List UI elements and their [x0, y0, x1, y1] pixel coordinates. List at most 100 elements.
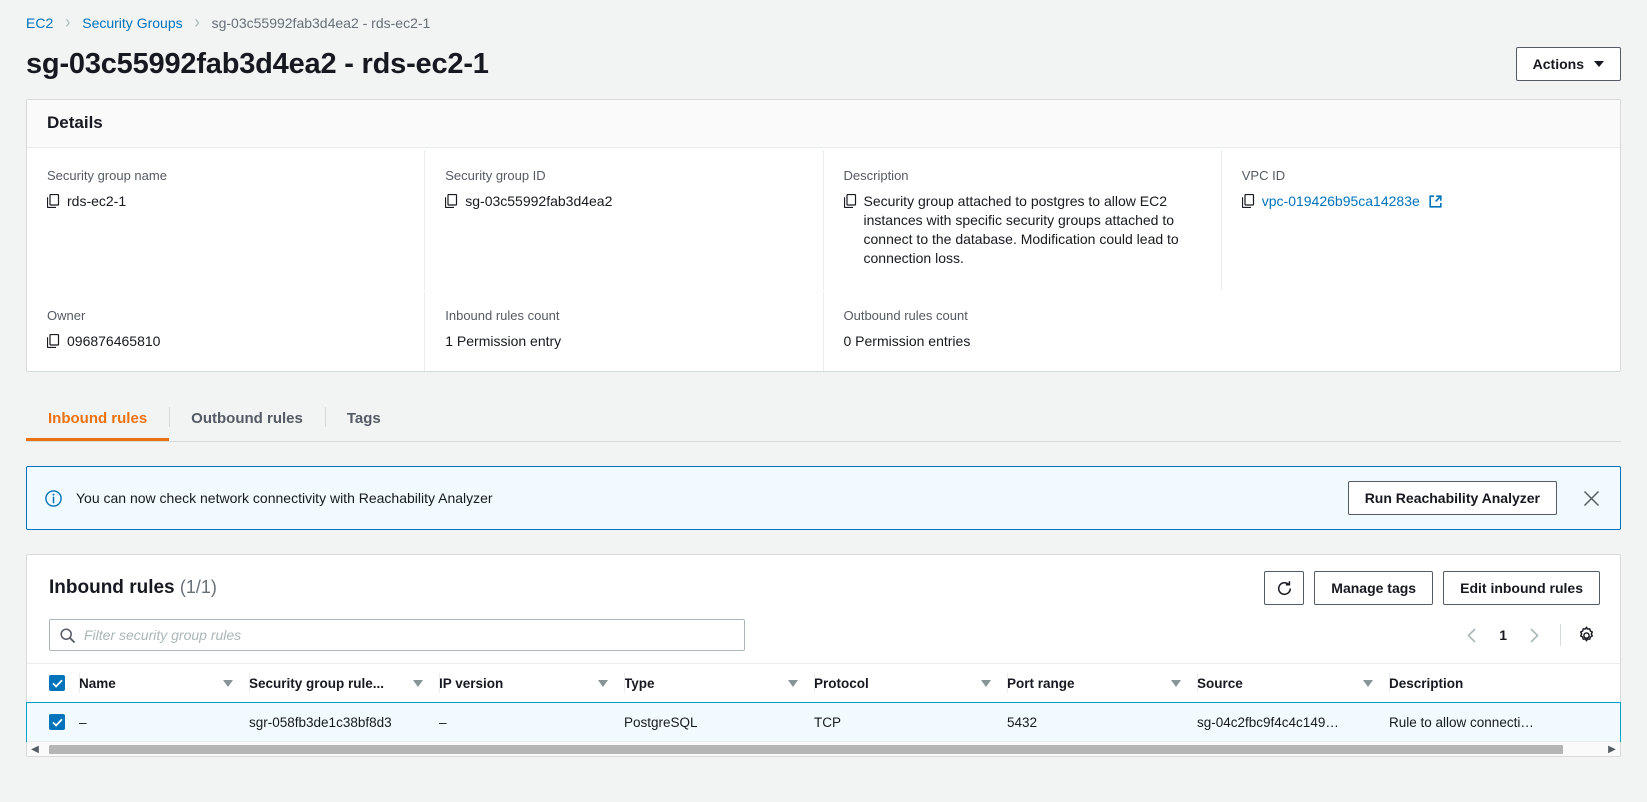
column-label: Protocol — [814, 675, 869, 691]
scrollbar-track[interactable] — [43, 744, 1604, 754]
vpc-id-link[interactable]: vpc-019426b95ca14283e — [1262, 192, 1420, 211]
sort-icon[interactable] — [788, 679, 798, 687]
select-all-header — [27, 663, 79, 703]
detail-empty-cell — [1222, 292, 1620, 371]
refresh-button[interactable] — [1264, 571, 1305, 605]
detail-label: Outbound rules count — [843, 308, 968, 323]
actions-button-label: Actions — [1532, 56, 1584, 72]
scroll-left-icon[interactable]: ◀ — [27, 744, 43, 755]
breadcrumb: EC2 › Security Groups › sg-03c55992fab3d… — [0, 0, 1647, 34]
page-header: sg-03c55992fab3d4ea2 - rds-ec2-1 Actions — [0, 31, 1647, 99]
breadcrumb-item-security-groups[interactable]: Security Groups — [82, 15, 182, 31]
cell-source: sg-04c2fbc9f4c4c149… — [1197, 714, 1339, 730]
manage-tags-button[interactable]: Manage tags — [1314, 571, 1434, 605]
details-panel-header: Details — [27, 100, 1620, 148]
sort-icon[interactable] — [1171, 679, 1181, 687]
refresh-icon — [1276, 580, 1293, 597]
actions-button[interactable]: Actions — [1515, 47, 1621, 81]
detail-label: Inbound rules count — [445, 308, 560, 323]
row-checkbox[interactable] — [49, 714, 65, 730]
pagination-divider — [1560, 624, 1561, 646]
cell-protocol: TCP — [814, 714, 841, 730]
copy-icon[interactable] — [445, 193, 458, 213]
detail-owner: Owner 096876465810 — [27, 292, 426, 371]
table-row[interactable]: – sgr-058fb3de1c38bf8d3 – PostgreSQL TCP… — [26, 701, 1621, 742]
column-header-source[interactable]: Source — [1197, 663, 1389, 703]
column-header-security-group-rule-id[interactable]: Security group rule... — [249, 663, 439, 703]
cell-security-group-rule-id: sgr-058fb3de1c38bf8d3 — [249, 714, 392, 730]
breadcrumb-item-current: sg-03c55992fab3d4ea2 - rds-ec2-1 — [211, 14, 431, 31]
column-label: Name — [79, 675, 116, 691]
scrollbar-thumb[interactable] — [49, 744, 1564, 754]
detail-security-group-id: Security group ID sg-03c55992fab3d4ea2 — [425, 150, 824, 290]
detail-value: rds-ec2-1 — [67, 193, 127, 209]
copy-icon[interactable] — [46, 193, 60, 213]
detail-value: sg-03c55992fab3d4ea2 — [465, 193, 613, 209]
column-label: Security group rule... — [249, 675, 385, 691]
column-header-description[interactable]: Description — [1389, 663, 1620, 703]
column-header-protocol[interactable]: Protocol — [814, 663, 1007, 703]
sort-icon[interactable] — [598, 679, 608, 687]
edit-inbound-rules-button[interactable]: Edit inbound rules — [1443, 571, 1600, 605]
column-label: Source — [1197, 675, 1243, 691]
filter-row: 1 — [27, 615, 1620, 663]
detail-label: Owner — [47, 308, 86, 323]
details-grid-row-1: Security group name rds-ec2-1 Security g… — [27, 148, 1620, 290]
copy-icon[interactable] — [46, 333, 60, 353]
detail-value: 096876465810 — [67, 333, 161, 349]
horizontal-scrollbar[interactable]: ◀ ▶ — [27, 741, 1620, 756]
chevron-left-icon[interactable] — [1458, 622, 1486, 649]
column-header-type[interactable]: Type — [624, 663, 814, 703]
copy-icon[interactable] — [843, 193, 857, 213]
cell-port-range: 5432 — [1007, 714, 1038, 730]
cell-ip-version: – — [439, 714, 447, 730]
pagination: 1 — [1458, 622, 1600, 649]
sort-icon[interactable] — [981, 679, 991, 687]
chevron-down-icon — [1594, 61, 1604, 67]
detail-inbound-rules-count: Inbound rules count 1 Permission entry — [425, 292, 824, 371]
sort-icon[interactable] — [413, 679, 423, 687]
sort-icon[interactable] — [223, 679, 233, 687]
inbound-rules-header: Inbound rules (1/1) Manage tags Edit inb… — [27, 555, 1620, 615]
external-link-icon[interactable] — [1429, 194, 1442, 213]
detail-value: 0 Permission entries — [843, 333, 971, 349]
inbound-rules-actions: Manage tags Edit inbound rules — [1264, 571, 1600, 605]
tab-inbound-rules[interactable]: Inbound rules — [26, 398, 170, 441]
detail-outbound-rules-count: Outbound rules count 0 Permission entrie… — [824, 292, 1222, 371]
column-label: Description — [1389, 675, 1464, 691]
inbound-rules-title-text: Inbound rules — [49, 577, 175, 598]
detail-security-group-name: Security group name rds-ec2-1 — [27, 150, 426, 290]
chevron-right-icon[interactable] — [1520, 622, 1548, 649]
detail-value: Security group attached to postgres to a… — [863, 193, 1179, 266]
page-number-1[interactable]: 1 — [1490, 623, 1516, 647]
select-all-checkbox[interactable] — [49, 675, 65, 691]
breadcrumb-separator-icon: › — [65, 11, 71, 34]
table-header-row: Name Security group rule... IP version T… — [27, 663, 1620, 703]
scroll-right-icon[interactable]: ▶ — [1604, 744, 1620, 755]
column-header-name[interactable]: Name — [79, 663, 249, 703]
cell-type: PostgreSQL — [624, 714, 698, 730]
cell-name: – — [79, 714, 87, 730]
copy-icon[interactable] — [1241, 193, 1255, 213]
page-title: sg-03c55992fab3d4ea2 - rds-ec2-1 — [26, 47, 489, 80]
details-panel: Details Security group name rds-ec2-1 Se… — [26, 99, 1621, 372]
column-header-port-range[interactable]: Port range — [1007, 663, 1197, 703]
breadcrumb-separator-icon: › — [194, 11, 200, 34]
reachability-analyzer-banner: You can now check network connectivity w… — [26, 466, 1621, 530]
sort-icon[interactable] — [1363, 679, 1373, 687]
search-input[interactable] — [84, 627, 734, 643]
run-reachability-analyzer-button[interactable]: Run Reachability Analyzer — [1347, 481, 1557, 515]
tab-outbound-rules[interactable]: Outbound rules — [169, 398, 325, 441]
breadcrumb-item-ec2[interactable]: EC2 — [26, 15, 53, 31]
close-icon[interactable] — [1579, 486, 1604, 511]
details-grid-row-2: Owner 096876465810 Inbound rules count 1… — [27, 290, 1620, 371]
column-header-ip-version[interactable]: IP version — [439, 663, 624, 703]
detail-label: Description — [843, 168, 909, 183]
inbound-rules-panel: Inbound rules (1/1) Manage tags Edit inb… — [26, 554, 1621, 757]
tab-tags[interactable]: Tags — [324, 398, 403, 441]
info-icon — [45, 489, 62, 507]
detail-vpc-id: VPC ID vpc-019426b95ca14283e — [1222, 150, 1620, 290]
detail-label: VPC ID — [1241, 168, 1286, 183]
gear-icon[interactable] — [1573, 622, 1600, 649]
filter-search-box[interactable] — [49, 619, 745, 651]
